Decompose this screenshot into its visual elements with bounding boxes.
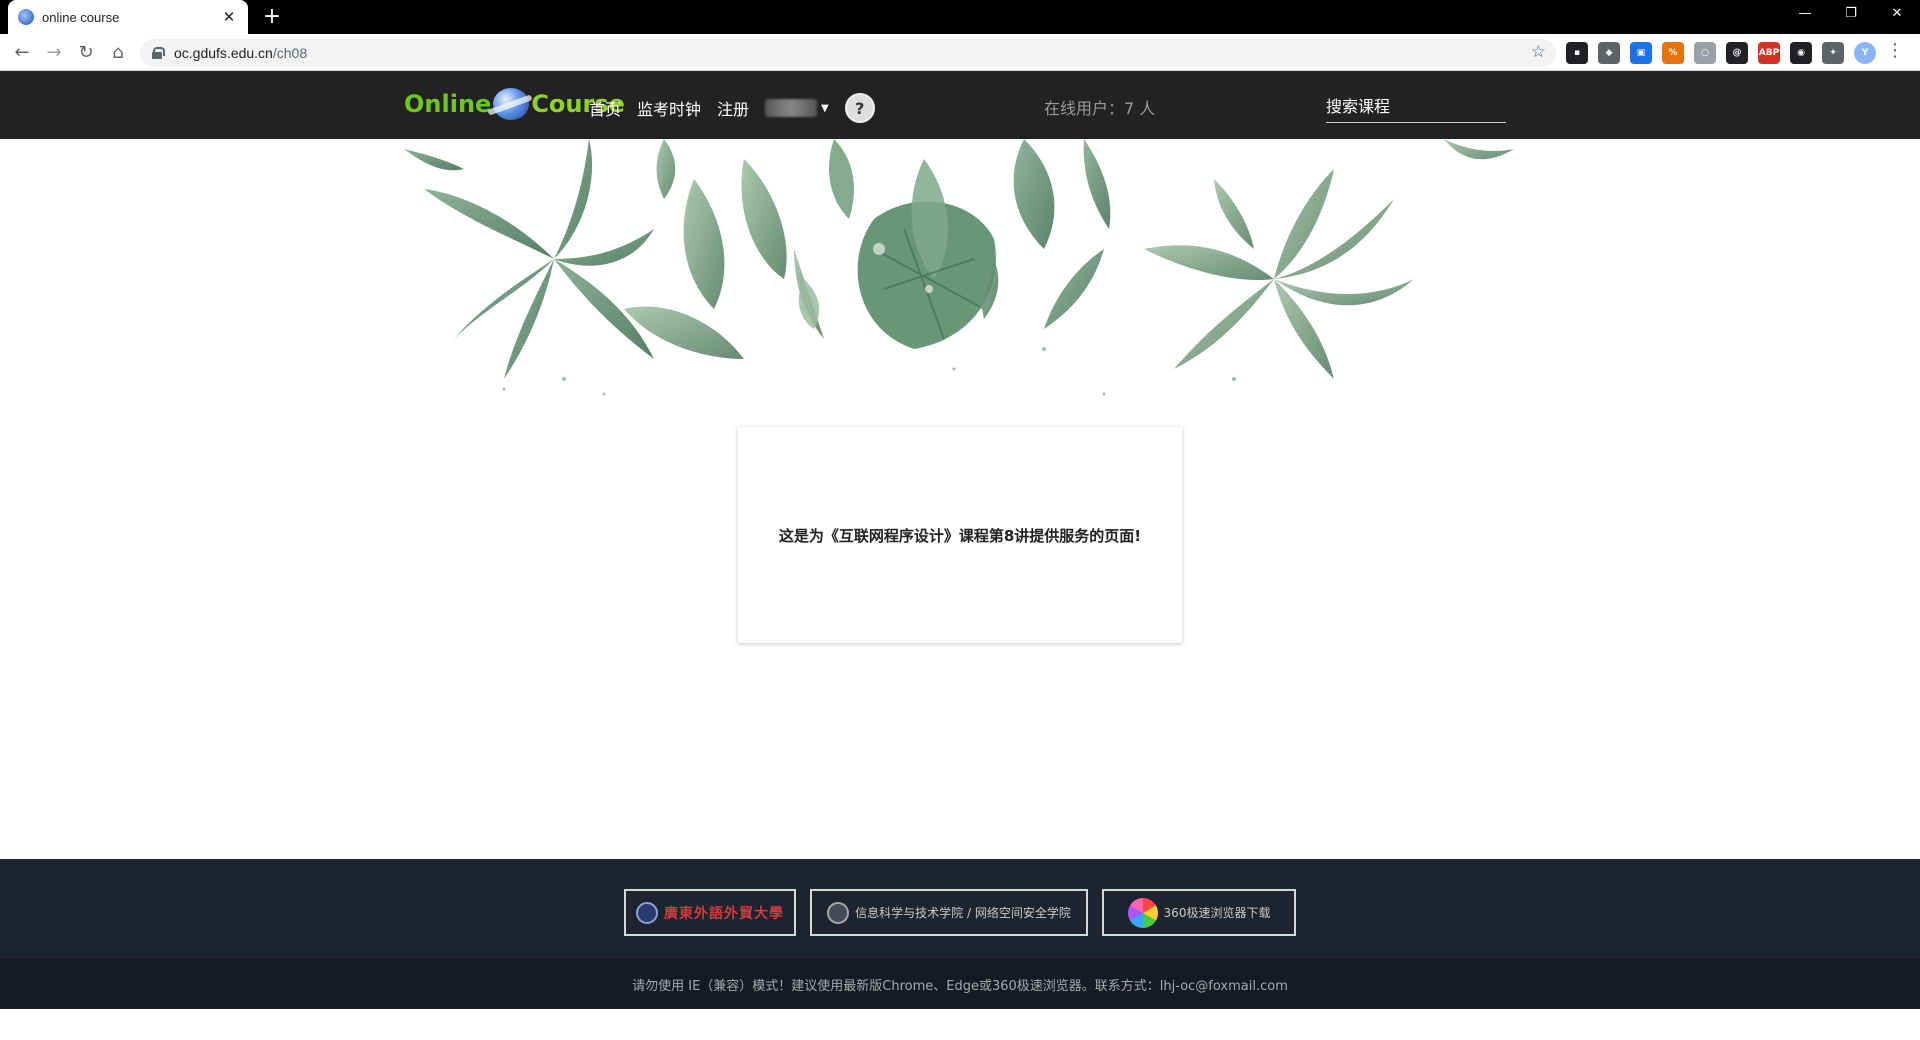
footer-links: 廣東外語外貿大學 信息科学与技术学院 / 网络空间安全学院 360极速浏览器下载 (0, 889, 1920, 936)
online-users-count: 在线用户：7 人 (1044, 99, 1156, 118)
nav-exam-clock[interactable]: 监考时钟 (637, 96, 701, 120)
footer-note: 请勿使用 IE（兼容）模式！建议使用最新版Chrome、Edge或360极速浏览… (632, 978, 1288, 994)
leaf-frond-left (404, 139, 654, 379)
browser-menu-icon[interactable]: ⋮ (1886, 40, 1904, 61)
ext-9-icon[interactable]: ✦ (1822, 42, 1844, 64)
tab-close-icon[interactable]: ✕ (220, 8, 238, 26)
site-header: Online Course 首页 监考时钟 注册 ▼ ? 在线用户：7 人 搜索… (0, 71, 1920, 139)
ext-3-icon[interactable]: ▣ (1630, 42, 1652, 64)
school-emblem-icon (827, 901, 850, 924)
browser-tab[interactable]: online course ✕ (8, 0, 248, 34)
window-close-icon[interactable]: ✕ (1874, 0, 1920, 28)
ext-5-icon[interactable]: ○ (1694, 42, 1716, 64)
leaf-cluster-left-center (624, 139, 824, 359)
search-course-input[interactable]: 搜索课程 (1326, 91, 1506, 123)
content-card: 这是为《互联网程序设计》课程第8讲提供服务的页面! (738, 427, 1182, 643)
paint-splatters (502, 347, 1236, 396)
user-avatar[interactable]: ? (844, 93, 875, 123)
extensions-bar: ▪ ◆ ▣% ○ @ ABP ◉ ✦ Y (1566, 42, 1876, 64)
ext-7-icon[interactable]: ABP (1758, 42, 1780, 64)
forward-arrow-icon[interactable]: → (40, 39, 68, 67)
site-favicon-icon (18, 9, 34, 25)
university-emblem-icon (636, 901, 658, 924)
page: online course ✕ + — ❐ ✕ ← → ↻ ⌂ oc.gdufs… (0, 0, 1920, 1040)
browser-download-label: 360极速浏览器下载 (1163, 906, 1271, 920)
browser-toolbar: ← → ↻ ⌂ oc.gdufs.edu.cn /ch08 ☆ ▪ ◆ ▣% ○ @ AB… (0, 34, 1920, 71)
home-icon[interactable]: ⌂ (104, 39, 132, 67)
address-bar[interactable]: oc.gdufs.edu.cn /ch08 ☆ (140, 39, 1556, 67)
reload-icon[interactable]: ↻ (72, 39, 100, 67)
browser-360-logo-icon (1127, 897, 1158, 928)
footer-link-school[interactable]: 信息科学与技术学院 / 网络空间安全学院 (810, 889, 1088, 936)
main-nav: 首页 监考时钟 注册 ▼ ? (589, 93, 875, 123)
monstera-leaf (798, 139, 996, 349)
caret-down-icon[interactable]: ▼ (821, 103, 829, 114)
card-message: 这是为《互联网程序设计》课程第8讲提供服务的页面! (778, 526, 1142, 545)
lock-icon[interactable] (152, 47, 165, 59)
window-controls: — ❐ ✕ (1782, 0, 1920, 34)
footer-links-area: 廣東外語外貿大學 信息科学与技术学院 / 网络空间安全学院 360极速浏览器下载 (0, 859, 1920, 959)
footer-bottom: 请勿使用 IE（兼容）模式！建议使用最新版Chrome、Edge或360极速浏览… (0, 959, 1920, 1009)
back-arrow-icon[interactable]: ← (8, 39, 36, 67)
restore-icon[interactable]: ❐ (1828, 0, 1874, 28)
new-tab-button[interactable]: + (258, 3, 286, 31)
footer-link-360-browser[interactable]: 360极速浏览器下载 (1102, 889, 1296, 936)
leaf-banner-illustration (404, 139, 1514, 396)
nav-register[interactable]: 注册 (717, 96, 749, 120)
nav-home[interactable]: 首页 (589, 96, 621, 120)
browser-tab-strip: online course ✕ + — ❐ ✕ (0, 0, 1920, 34)
profile-icon[interactable]: Y (1854, 42, 1876, 64)
minimize-icon[interactable]: — (1782, 0, 1828, 28)
url-host: oc.gdufs.edu.cn (174, 45, 273, 61)
ext-1-icon[interactable]: ▪ (1566, 42, 1588, 64)
url-path: /ch08 (272, 45, 308, 61)
university-name: 廣東外語外貿大學 (664, 905, 784, 922)
logo-globe-icon (493, 88, 530, 120)
ext-2-icon[interactable]: ◆ (1598, 42, 1620, 64)
tab-title: online course (42, 9, 120, 25)
logo-text-online: Online (404, 90, 492, 118)
username-redacted[interactable] (765, 99, 818, 117)
bookmark-star-icon[interactable]: ☆ (1531, 42, 1546, 62)
footer-link-gdufs[interactable]: 廣東外語外貿大學 (624, 889, 796, 936)
leaf-frond-right (1144, 139, 1514, 379)
leaf-cluster-right-center (982, 139, 1111, 329)
ext-6-icon[interactable]: @ (1726, 42, 1748, 64)
ext-8-icon[interactable]: ◉ (1790, 42, 1812, 64)
ext-4-icon[interactable]: % (1662, 42, 1684, 64)
school-name: 信息科学与技术学院 / 网络空间安全学院 (855, 906, 1071, 920)
